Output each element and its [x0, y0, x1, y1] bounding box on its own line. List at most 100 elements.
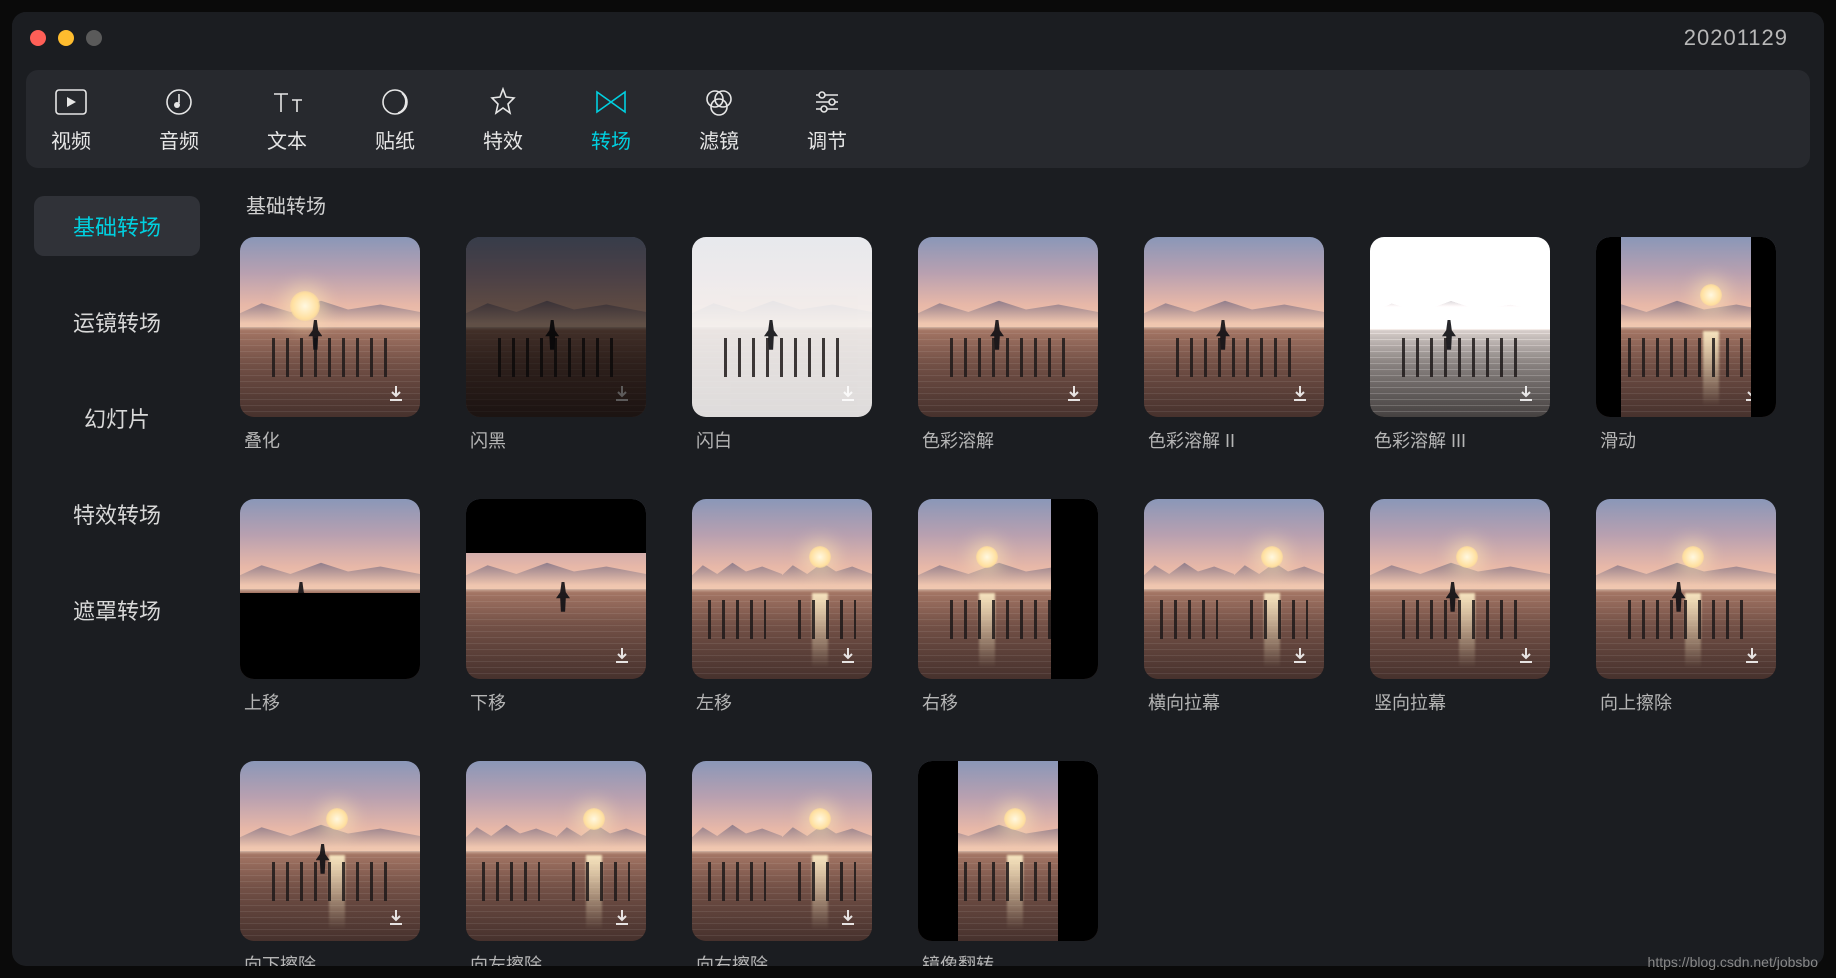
transition-label: 色彩溶解 III [1370, 427, 1550, 453]
transition-thumb[interactable] [1596, 499, 1776, 679]
transition-card-wipeleft[interactable]: 向左擦除 [466, 761, 646, 966]
effect-icon [488, 85, 518, 119]
download-icon[interactable] [1512, 641, 1540, 669]
download-icon[interactable] [382, 379, 410, 407]
toolbar-trans[interactable]: 转场 [588, 85, 634, 154]
toolbar-label: 转场 [591, 125, 631, 154]
transition-thumb[interactable] [1144, 499, 1324, 679]
section-title: 基础转场 [240, 190, 1794, 219]
transition-label: 左移 [692, 689, 872, 715]
transition-thumb[interactable] [1370, 237, 1550, 417]
transition-thumb[interactable] [918, 499, 1098, 679]
toolbar-label: 贴纸 [375, 125, 415, 154]
transition-card-moveleft[interactable]: 左移 [692, 499, 872, 715]
window-controls [30, 30, 102, 46]
transition-grid: 叠化 闪黑 闪白 色彩溶解 色彩溶解 II 色彩溶解 III 滑动上移下移左移 右移 横向拉幕 竖… [240, 237, 1794, 966]
transition-thumb[interactable] [918, 761, 1098, 941]
transition-card-movedown[interactable]: 下移 [466, 499, 646, 715]
transition-card-hcurtain[interactable]: 横向拉幕 [1144, 499, 1324, 715]
download-icon[interactable] [1738, 641, 1766, 669]
toolbar-sticker[interactable]: 贴纸 [372, 85, 418, 154]
transition-label: 色彩溶解 II [1144, 427, 1324, 453]
transition-label: 闪黑 [466, 427, 646, 453]
transition-card-wipedown[interactable]: 向下擦除 [240, 761, 420, 966]
toolbar-effect[interactable]: 特效 [480, 85, 526, 154]
maximize-window-button[interactable] [86, 30, 102, 46]
download-icon[interactable] [608, 641, 636, 669]
transition-label: 叠化 [240, 427, 420, 453]
close-window-button[interactable] [30, 30, 46, 46]
download-icon[interactable] [382, 903, 410, 931]
transition-card-wiperight[interactable]: 向右擦除 [692, 761, 872, 966]
download-icon[interactable] [1286, 379, 1314, 407]
transition-card-moveright[interactable]: 右移 [918, 499, 1098, 715]
transition-thumb[interactable] [466, 499, 646, 679]
transition-label: 色彩溶解 [918, 427, 1098, 453]
download-icon[interactable] [1512, 379, 1540, 407]
transition-thumb[interactable] [692, 499, 872, 679]
transition-card-slide[interactable]: 滑动 [1596, 237, 1776, 453]
transition-thumb[interactable] [1596, 237, 1776, 417]
transition-label: 镜像翻转 [918, 951, 1098, 966]
transition-thumb[interactable] [1144, 237, 1324, 417]
toolbar-label: 视频 [51, 125, 91, 154]
transition-card-flashblack[interactable]: 闪黑 [466, 237, 646, 453]
download-icon[interactable] [608, 379, 636, 407]
transition-label: 右移 [918, 689, 1098, 715]
transition-thumb[interactable] [692, 761, 872, 941]
sidebar-item-basic[interactable]: 基础转场 [34, 196, 200, 256]
download-icon[interactable] [1060, 379, 1088, 407]
toolbar-label: 音频 [159, 125, 199, 154]
transition-thumb[interactable] [918, 237, 1098, 417]
transition-card-mirror[interactable]: 镜像翻转 [918, 761, 1098, 966]
app-window: 20201129 视频音频文本贴纸特效转场滤镜调节 基础转场运镜转场幻灯片特效转… [12, 12, 1824, 966]
transition-thumb[interactable] [240, 237, 420, 417]
transition-thumb[interactable] [240, 499, 420, 679]
sidebar-item-mask[interactable]: 遮罩转场 [34, 580, 200, 640]
download-icon[interactable] [1286, 641, 1314, 669]
transition-label: 闪白 [692, 427, 872, 453]
toolbar-label: 特效 [483, 125, 523, 154]
transition-card-colordis3[interactable]: 色彩溶解 III [1370, 237, 1550, 453]
transition-thumb[interactable] [692, 237, 872, 417]
toolbar-filter[interactable]: 滤镜 [696, 85, 742, 154]
transition-card-colordis2[interactable]: 色彩溶解 II [1144, 237, 1324, 453]
sidebar-item-camera[interactable]: 运镜转场 [34, 292, 200, 352]
toolbar-label: 调节 [807, 125, 847, 154]
toolbar-audio[interactable]: 音频 [156, 85, 202, 154]
transition-label: 滑动 [1596, 427, 1776, 453]
sidebar: 基础转场运镜转场幻灯片特效转场遮罩转场 [12, 168, 222, 966]
transition-thumb[interactable] [466, 761, 646, 941]
adjust-icon [812, 85, 842, 119]
transition-thumb[interactable] [1370, 499, 1550, 679]
minimize-window-button[interactable] [58, 30, 74, 46]
transition-card-moveup[interactable]: 上移 [240, 499, 420, 715]
download-icon[interactable] [834, 379, 862, 407]
download-icon[interactable] [834, 903, 862, 931]
transition-card-vcurtain[interactable]: 竖向拉幕 [1370, 499, 1550, 715]
transition-label: 向上擦除 [1596, 689, 1776, 715]
toolbar-label: 滤镜 [699, 125, 739, 154]
trans-icon [594, 85, 628, 119]
filter-icon [703, 85, 735, 119]
transition-label: 向右擦除 [692, 951, 872, 966]
video-icon [54, 85, 88, 119]
toolbar-text[interactable]: 文本 [264, 85, 310, 154]
sidebar-item-fx[interactable]: 特效转场 [34, 484, 200, 544]
transition-thumb[interactable] [466, 237, 646, 417]
transition-card-flashwhite[interactable]: 闪白 [692, 237, 872, 453]
transition-label: 向左擦除 [466, 951, 646, 966]
watermark: https://blog.csdn.net/jobsbo [1648, 954, 1818, 970]
download-icon[interactable] [834, 641, 862, 669]
transition-card-dissolve[interactable]: 叠化 [240, 237, 420, 453]
transition-card-wipeup[interactable]: 向上擦除 [1596, 499, 1776, 715]
toolbar-label: 文本 [267, 125, 307, 154]
toolbar-video[interactable]: 视频 [48, 85, 94, 154]
sidebar-item-slide[interactable]: 幻灯片 [34, 388, 200, 448]
transition-label: 横向拉幕 [1144, 689, 1324, 715]
transition-thumb[interactable] [240, 761, 420, 941]
top-toolbar: 视频 音频 文本 贴纸 特效 转场 滤镜 调节 [26, 70, 1810, 168]
transition-card-colordis1[interactable]: 色彩溶解 [918, 237, 1098, 453]
download-icon[interactable] [608, 903, 636, 931]
toolbar-adjust[interactable]: 调节 [804, 85, 850, 154]
